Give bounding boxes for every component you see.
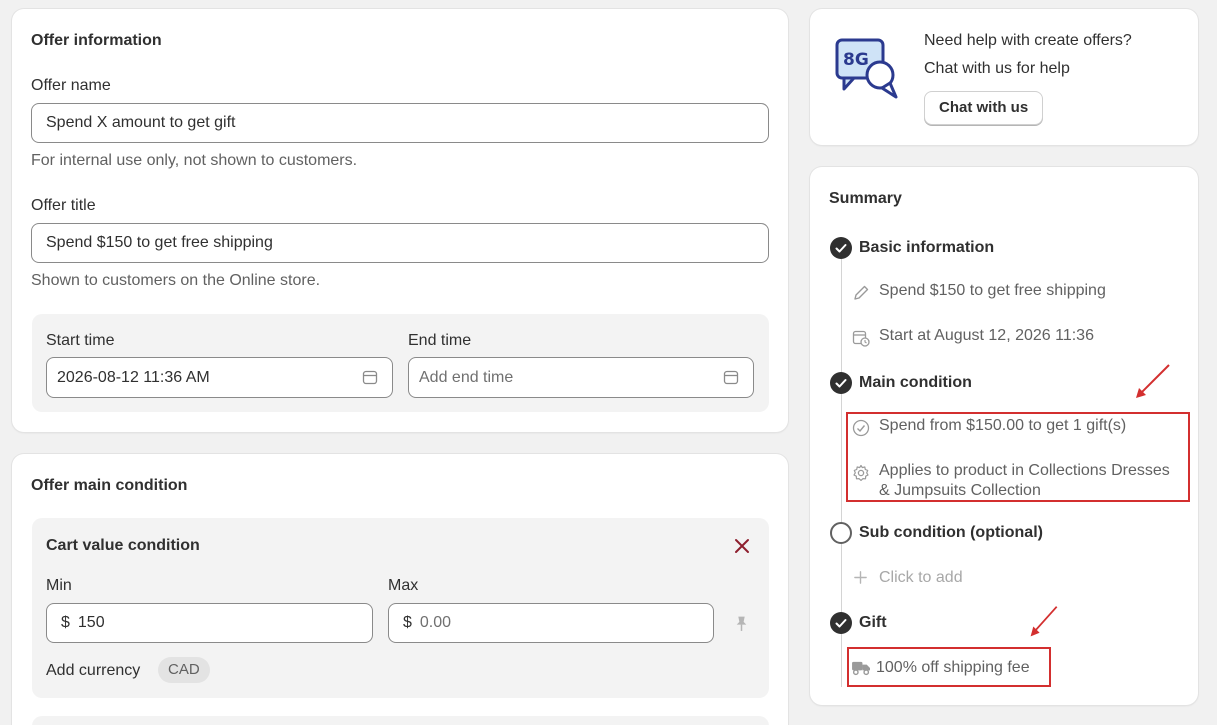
min-label: Min [46,577,72,594]
offer-main-condition-heading: Offer main condition [31,477,188,494]
summary-main-item-applies-2: & Jumpsuits Collection [879,482,1041,499]
min-currency-prefix: $ [61,614,70,631]
end-time-label: End time [408,332,472,349]
time-section: Start time 2026-08-12 11:36 AM End time … [32,314,769,412]
offer-title-value: Spend $150 to get free shipping [46,234,273,251]
offer-name-value: Spend X amount to get gift [46,114,236,131]
max-placeholder: 0.00 [419,614,452,631]
help-card: 8G Need help with create offers? Chat wi… [810,9,1198,145]
summary-heading: Summary [829,190,902,207]
start-time-label: Start time [46,332,115,349]
chat-support-logo: 8G [835,38,898,99]
next-condition-box [32,716,769,725]
summary-basic-item-title: Spend $150 to get free shipping [879,282,1106,299]
truck-icon [852,661,870,676]
calendar-icon[interactable] [723,369,739,385]
annotation-arrow-icon [1030,606,1058,637]
summary-basic-title: Basic information [859,239,995,256]
summary-basic-item-start: Start at August 12, 2026 11:36 [879,327,1094,344]
summary-gift-item: 100% off shipping fee [876,659,1030,676]
currency-badge: CAD [158,657,210,683]
min-input[interactable]: $ 150 [46,603,373,643]
annotation-arrow-icon [1136,364,1170,398]
offer-title-input[interactable]: Spend $150 to get free shipping [31,223,769,263]
max-input[interactable]: $ 0.00 [388,603,714,643]
summary-main-item-spend: Spend from $150.00 to get 1 gift(s) [879,417,1127,434]
summary-sub-click-to-add[interactable]: Click to add [879,569,963,587]
offer-name-input[interactable]: Spend X amount to get gift [31,103,769,143]
plus-icon[interactable] [853,570,868,585]
offer-title-help: Shown to customers on the Online store. [31,272,321,289]
empty-circle-icon [830,522,852,544]
logo-text: 8G [843,50,869,70]
offer-information-heading: Offer information [31,32,162,49]
min-value: 150 [77,614,105,631]
offer-name-help: For internal use only, not shown to cust… [31,152,358,169]
offer-name-label: Offer name [31,77,111,94]
check-circle-outline-icon [852,419,870,437]
chat-with-us-button[interactable]: Chat with us [924,91,1044,125]
cart-value-condition-box: Cart value condition Min $ 150 Max $ 0.0… [32,518,769,698]
end-time-input[interactable]: Add end time [408,357,754,398]
check-circle-icon [830,612,852,634]
summary-card: Summary Basic information Spend $150 to … [810,167,1198,705]
max-currency-prefix: $ [403,614,412,631]
offer-information-card: Offer information Offer name Spend X amo… [12,9,788,432]
end-time-placeholder: Add end time [419,368,514,386]
summary-sub-title: Sub condition (optional) [859,524,1043,541]
help-line-2: Chat with us for help [924,60,1070,77]
help-line-1: Need help with create offers? [924,32,1132,49]
summary-main-item-applies-1: Applies to product in Collections Dresse… [879,462,1170,479]
check-circle-icon [830,237,852,259]
max-label: Max [388,577,419,594]
cart-value-condition-title: Cart value condition [46,537,200,554]
start-time-input[interactable]: 2026-08-12 11:36 AM [46,357,393,398]
offer-title-label: Offer title [31,197,96,214]
calendar-clock-icon [852,330,870,347]
summary-gift-title: Gift [859,614,887,631]
calendar-icon[interactable] [362,369,378,385]
gear-icon [853,464,869,481]
check-circle-icon [830,372,852,394]
start-time-value: 2026-08-12 11:36 AM [57,368,210,386]
pencil-icon [854,285,869,300]
summary-main-title: Main condition [859,374,972,391]
close-icon[interactable] [734,538,750,554]
add-currency-link[interactable]: Add currency [46,662,140,680]
offer-main-condition-card: Offer main condition Cart value conditio… [12,454,788,725]
pin-icon[interactable] [733,615,750,632]
